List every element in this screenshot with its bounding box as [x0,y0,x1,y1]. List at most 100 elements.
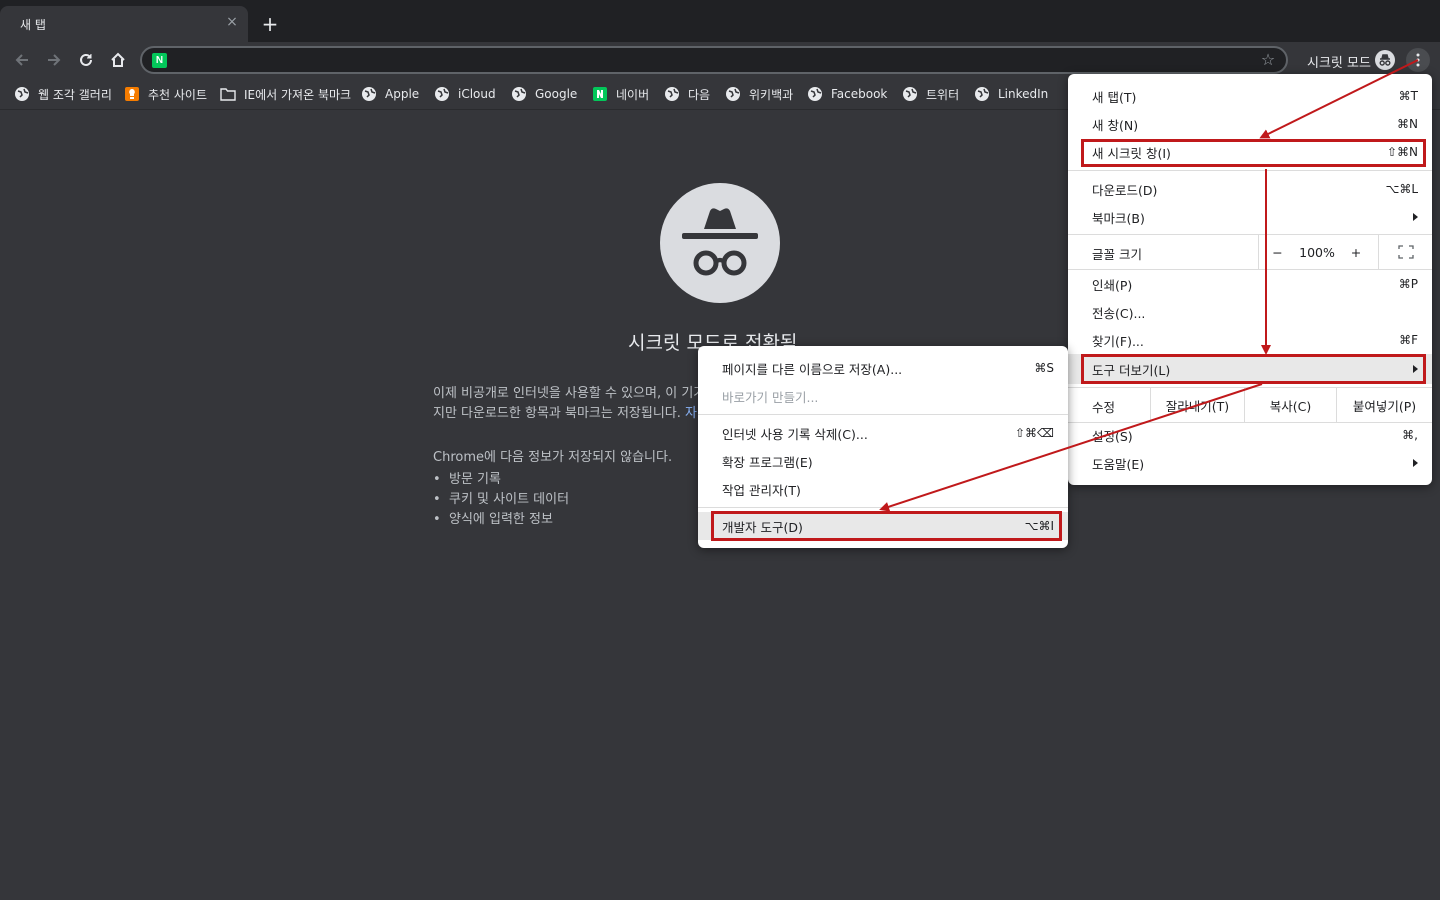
bookmark-folder[interactable]: IE에서 가져온 북마크 [220,83,351,105]
incognito-label: 시크릿 모드 [1307,56,1371,71]
fullscreen-button[interactable] [1378,235,1432,269]
menu-item-label: 새 탭(T) [1092,89,1137,105]
globe-icon [726,87,740,101]
active-tab[interactable]: 새 탭 × [0,6,248,42]
tab-title: 새 탭 [20,18,46,32]
not-saved-heading: Chrome에 다음 정보가 저장되지 않습니다. [433,450,673,465]
globe-icon [362,87,376,101]
address-bar[interactable]: N ☆ [140,46,1288,74]
menu-item-more-tools[interactable]: 도구 더보기(L) [1068,354,1432,384]
naver-site-icon: N [152,53,167,68]
home-icon [111,52,125,67]
menu-item-label: 새 시크릿 창(I) [1092,145,1171,161]
naver-icon [593,87,607,101]
forward-button[interactable] [42,48,66,72]
tab-strip: 새 탭 × + [0,0,1440,42]
incognito-hero [660,183,780,303]
arrow-left-icon [15,54,28,66]
menu-item-shortcut: ⌘T [1398,89,1418,103]
menu-item-downloads[interactable]: 다운로드(D) ⌥⌘L [1068,175,1432,203]
submenu-item-developer-tools[interactable]: 개발자 도구(D) ⌥⌘I [698,512,1068,540]
menu-item-label: 인터넷 사용 기록 삭제(C)... [722,426,868,442]
menu-item-cast[interactable]: 전송(C)... [1068,298,1432,326]
bookmark-label: IE에서 가져온 북마크 [244,87,352,102]
menu-separator [698,414,1068,415]
bookmark-label: 다음 [688,87,711,102]
menu-item-settings[interactable]: 설정(S) ⌘, [1068,421,1432,449]
incognito-description-line2: 지만 다운로드한 항목과 북마크는 저장됩니다. 자 [433,402,697,421]
globe-icon [665,87,679,101]
menu-item-new-tab[interactable]: 새 탭(T) ⌘T [1068,82,1432,110]
home-button[interactable] [106,48,130,72]
menu-item-new-incognito-window[interactable]: 새 시크릿 창(I) ⇧⌘N [1068,138,1432,166]
edit-label: 수정 [1092,400,1116,415]
learn-more-link[interactable]: 자 [685,406,697,421]
bookmark-item[interactable]: iCloud [434,83,496,105]
bookmark-item[interactable]: Google [511,83,577,105]
menu-item-shortcut: ⌥⌘I [1024,519,1054,533]
globe-icon [975,87,989,101]
menu-item-help[interactable]: 도움말(E) [1068,449,1432,477]
incognito-avatar[interactable] [1375,50,1395,70]
lightbulb-icon [125,87,139,101]
globe-icon [808,87,822,101]
submenu-item-task-manager[interactable]: 작업 관리자(T) [698,475,1068,503]
list-item: 쿠키 및 사이트 데이터 [433,490,569,510]
menu-item-label: 페이지를 다른 이름으로 저장(A)... [722,361,903,377]
menu-item-bookmarks[interactable]: 북마크(B) [1068,203,1432,231]
zoom-in-button[interactable]: + [1338,235,1374,269]
menu-item-label: 전송(C)... [1092,305,1146,321]
bookmark-label: LinkedIn [998,87,1049,101]
paste-button[interactable]: 붙여넣기(P) [1336,388,1432,422]
bookmark-label: 웹 조각 갤러리 [38,87,112,102]
menu-item-print[interactable]: 인쇄(P) ⌘P [1068,270,1432,298]
not-saved-list: 방문 기록 쿠키 및 사이트 데이터 양식에 입력한 정보 [433,470,569,530]
menu-item-label: 찾기(F)... [1092,333,1144,349]
zoom-out-button[interactable]: − [1258,235,1296,269]
bookmark-item[interactable]: Facebook [807,83,887,105]
menu-item-find[interactable]: 찾기(F)... ⌘F [1068,326,1432,354]
globe-icon [435,87,449,101]
back-button[interactable] [10,48,34,72]
globe-icon [15,87,29,101]
cut-button[interactable]: 잘라내기(T) [1150,388,1244,422]
menu-item-shortcut: ⌘N [1397,117,1418,131]
bookmark-item[interactable]: Apple [361,83,419,105]
submenu-item-create-shortcut: 바로가기 만들기... [698,382,1068,410]
menu-item-new-window[interactable]: 새 창(N) ⌘N [1068,110,1432,138]
bookmark-item[interactable]: 네이버 [592,83,649,105]
bookmark-item[interactable]: 위키백과 [725,83,793,105]
bookmark-item[interactable]: 트위터 [902,83,959,105]
new-tab-button[interactable]: + [260,14,280,34]
submenu-arrow-icon [1413,459,1418,467]
submenu-arrow-icon [1413,213,1418,221]
menu-item-shortcut: ⌘P [1398,277,1418,291]
menu-item-shortcut: ⌘S [1034,361,1054,375]
menu-item-label: 확장 프로그램(E) [722,454,813,470]
close-tab-icon[interactable]: × [224,14,240,30]
zoom-row: 글꼴 크기 − 100% + [1068,235,1432,269]
bookmark-item[interactable]: LinkedIn [974,83,1048,105]
menu-item-label: 다운로드(D) [1092,182,1158,198]
globe-icon [903,87,917,101]
chrome-menu-button[interactable] [1406,48,1430,72]
bookmark-item[interactable]: 웹 조각 갤러리 [14,83,112,105]
submenu-item-extensions[interactable]: 확장 프로그램(E) [698,447,1068,475]
submenu-item-save-page-as[interactable]: 페이지를 다른 이름으로 저장(A)... ⌘S [698,354,1068,382]
submenu-item-clear-browsing-data[interactable]: 인터넷 사용 기록 삭제(C)... ⇧⌘⌫ [698,419,1068,447]
bookmark-label: 트위터 [926,87,960,102]
bookmark-star-icon[interactable]: ☆ [1258,50,1278,70]
submenu-arrow-icon [1413,365,1418,373]
menu-item-label: 새 창(N) [1092,117,1139,133]
menu-separator [1068,170,1432,171]
bookmark-item[interactable]: 다음 [664,83,710,105]
bookmark-item[interactable]: 추천 사이트 [124,83,207,105]
folder-icon [220,88,236,101]
menu-item-shortcut: ⇧⌘⌫ [1014,426,1054,440]
menu-separator [698,507,1068,508]
globe-icon [512,87,526,101]
copy-button[interactable]: 복사(C) [1244,388,1336,422]
menu-item-label: 북마크(B) [1092,210,1145,226]
more-tools-submenu: 페이지를 다른 이름으로 저장(A)... ⌘S 바로가기 만들기... 인터넷 … [698,346,1068,548]
reload-button[interactable] [74,48,98,72]
